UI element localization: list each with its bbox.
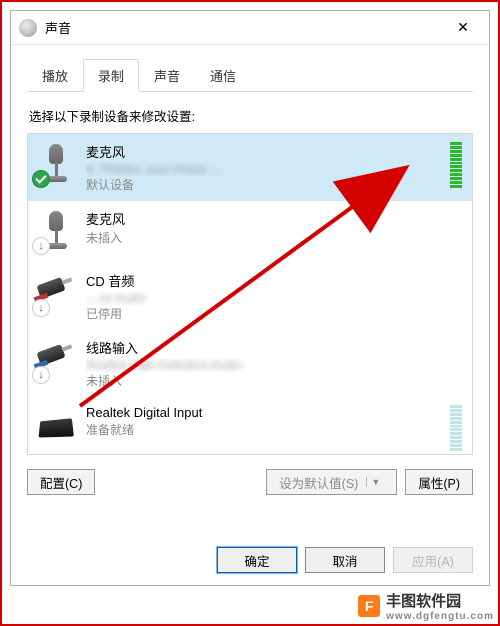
device-info: CD 音频 ... on Audio 已停用 [86, 271, 462, 322]
microphone-icon [34, 142, 78, 186]
microphone-icon [34, 209, 78, 253]
status-unplugged-icon [32, 237, 50, 255]
device-info: Realtek Digital Input 准备就绪 [86, 405, 442, 438]
jack-icon [34, 338, 78, 382]
device-name: 麦克风 [86, 142, 442, 161]
level-meter [450, 405, 462, 451]
dialog-title: 声音 [45, 18, 441, 37]
device-name: CD 音频 [86, 271, 462, 290]
configure-button[interactable]: 配置(C) [27, 469, 95, 495]
status-check-icon [32, 170, 50, 188]
set-default-label: 设为默认值(S) [279, 473, 358, 492]
dialog-footer: 确定 取消 应用(A) [217, 547, 473, 573]
cancel-button[interactable]: 取消 [305, 547, 385, 573]
instruction-text: 选择以下录制设备来修改设置: [29, 106, 471, 125]
tab-communications[interactable]: 通信 [195, 59, 251, 92]
bottom-buttons: 配置(C) 设为默认值(S) ▼ 属性(P) [27, 469, 473, 495]
device-subtitle: 4- Thanks, your choice ... [86, 162, 442, 176]
properties-button[interactable]: 属性(P) [405, 469, 473, 495]
device-info: 麦克风 4- Thanks, your choice ... 默认设备 [86, 142, 442, 193]
sound-icon [19, 19, 37, 37]
chevron-down-icon: ▼ [366, 477, 384, 487]
close-icon: ✕ [457, 19, 469, 36]
device-row-line-in[interactable]: 线路输入 Realtek High Definition Audio 未插入 [28, 330, 472, 397]
sound-dialog: 声音 ✕ 播放 录制 声音 通信 选择以下录制设备来修改设置: 麦克风 4- T… [10, 10, 490, 586]
status-disabled-icon [32, 299, 50, 317]
device-name: 麦克风 [86, 209, 462, 228]
apply-button[interactable]: 应用(A) [393, 547, 473, 573]
titlebar: 声音 ✕ [11, 11, 489, 45]
watermark-url: www.dgfengtu.com [386, 611, 494, 622]
tab-sounds[interactable]: 声音 [139, 59, 195, 92]
device-status: 未插入 [86, 372, 462, 389]
status-unplugged-icon [32, 366, 50, 384]
device-status: 默认设备 [86, 176, 442, 193]
watermark: F 丰图软件园 www.dgfengtu.com [358, 590, 494, 622]
watermark-name: 丰图软件园 [386, 593, 461, 610]
tab-bar: 播放 录制 声音 通信 [27, 59, 473, 92]
device-subtitle: Realtek High Definition Audio [86, 358, 462, 372]
device-status: 已停用 [86, 305, 462, 322]
tab-playback[interactable]: 播放 [27, 59, 83, 92]
box-icon [34, 405, 78, 449]
tab-recording[interactable]: 录制 [83, 59, 139, 92]
device-row-microphone-default[interactable]: 麦克风 4- Thanks, your choice ... 默认设备 [28, 134, 472, 201]
device-subtitle: ... on Audio [86, 291, 462, 305]
device-status: 准备就绪 [86, 421, 442, 438]
ok-button[interactable]: 确定 [217, 547, 297, 573]
level-meter [450, 142, 462, 188]
device-name: 线路输入 [86, 338, 462, 357]
watermark-badge: F [358, 595, 380, 617]
device-info: 麦克风 未插入 [86, 209, 462, 246]
dialog-body: 播放 录制 声音 通信 选择以下录制设备来修改设置: 麦克风 4- Thanks… [11, 45, 489, 507]
device-row-microphone-unplugged[interactable]: 麦克风 未插入 [28, 201, 472, 263]
close-button[interactable]: ✕ [441, 12, 485, 44]
device-status: 未插入 [86, 229, 462, 246]
device-name: Realtek Digital Input [86, 405, 442, 420]
device-info: 线路输入 Realtek High Definition Audio 未插入 [86, 338, 462, 389]
device-list[interactable]: 麦克风 4- Thanks, your choice ... 默认设备 麦克风 … [27, 133, 473, 455]
device-row-cd-audio[interactable]: CD 音频 ... on Audio 已停用 [28, 263, 472, 330]
set-default-button[interactable]: 设为默认值(S) ▼ [266, 469, 397, 495]
device-row-digital-input[interactable]: Realtek Digital Input 准备就绪 [28, 397, 472, 455]
jack-icon [34, 271, 78, 315]
